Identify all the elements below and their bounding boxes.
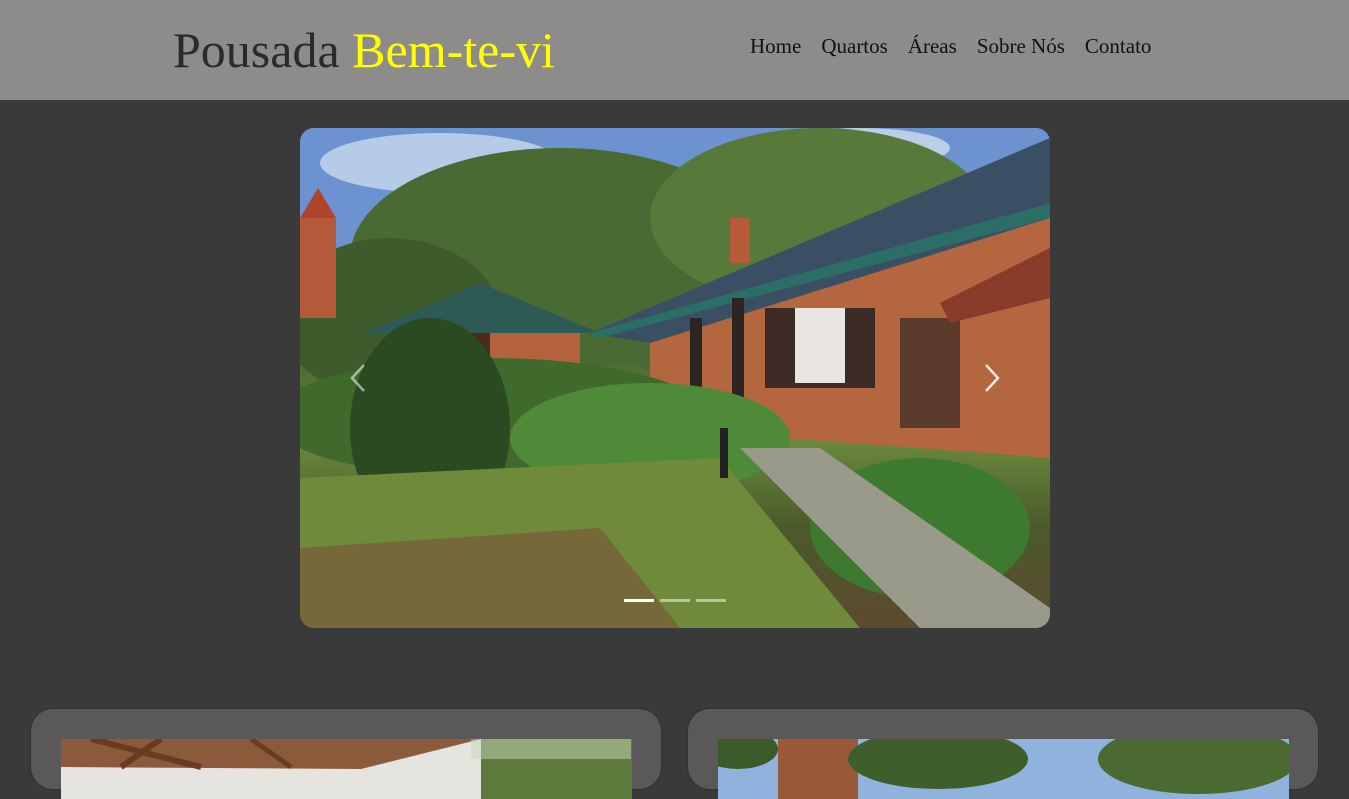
chevron-right-icon <box>985 364 1000 392</box>
hero-carousel <box>300 128 1050 628</box>
nav-quartos[interactable]: Quartos <box>821 33 888 59</box>
carousel-indicator-2[interactable] <box>660 599 690 602</box>
carousel-prev-button[interactable] <box>338 358 378 398</box>
carousel-slide-image <box>300 128 1050 628</box>
site-logo[interactable]: Pousada Bem-te-vi <box>173 20 555 80</box>
feature-card-2-image <box>718 739 1289 799</box>
nav-home[interactable]: Home <box>750 33 801 59</box>
carousel-next-button[interactable] <box>972 358 1012 398</box>
nav-contato[interactable]: Contato <box>1085 33 1152 59</box>
feature-card-2 <box>688 709 1318 799</box>
site-header: Pousada Bem-te-vi Home Quartos Áreas Sob… <box>0 0 1349 100</box>
brand-name-main: Pousada <box>173 22 353 78</box>
chevron-left-icon <box>350 364 365 392</box>
carousel-indicator-3[interactable] <box>696 599 726 602</box>
carousel-indicator-1[interactable] <box>624 599 654 602</box>
brand-name-accent: Bem-te-vi <box>352 22 555 78</box>
feature-card-1-image <box>61 739 632 799</box>
main-nav: Home Quartos Áreas Sobre Nós Contato <box>750 33 1151 59</box>
nav-sobre-nos[interactable]: Sobre Nós <box>977 33 1065 59</box>
feature-card-1 <box>31 709 661 799</box>
nav-areas[interactable]: Áreas <box>908 33 957 59</box>
carousel-indicators <box>300 599 1050 602</box>
